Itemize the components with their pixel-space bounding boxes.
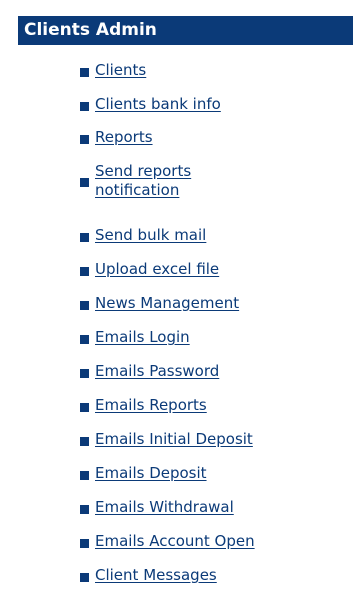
reports-link[interactable]: Reports [95, 129, 153, 146]
menu-item-reports: Reports [80, 129, 153, 146]
panel-title: Clients Admin [18, 16, 353, 45]
emails-withdrawal-link[interactable]: Emails Withdrawal [95, 499, 234, 516]
square-bullet-icon [80, 505, 89, 514]
menu-item-emails-initial-deposit: Emails Initial Deposit [80, 431, 253, 448]
square-bullet-icon [80, 539, 89, 548]
send-bulk-mail-link[interactable]: Send bulk mail [95, 227, 206, 244]
square-bullet-icon [80, 369, 89, 378]
menu-item-send-bulk-mail: Send bulk mail [80, 227, 206, 244]
emails-account-open-link[interactable]: Emails Account Open [95, 533, 255, 550]
emails-login-link[interactable]: Emails Login [95, 329, 190, 346]
menu-item-send-reports-notification: Send reports notification [80, 162, 245, 200]
clients-admin-panel: Clients Admin Clients Clients bank info … [0, 0, 353, 614]
emails-reports-link[interactable]: Emails Reports [95, 397, 207, 414]
emails-deposit-link[interactable]: Emails Deposit [95, 465, 207, 482]
square-bullet-icon [80, 335, 89, 344]
menu-item-emails-account-open: Emails Account Open [80, 533, 255, 550]
square-bullet-icon [80, 102, 89, 111]
square-bullet-icon [80, 267, 89, 276]
menu-item-emails-login: Emails Login [80, 329, 190, 346]
emails-initial-deposit-link[interactable]: Emails Initial Deposit [95, 431, 253, 448]
menu-item-emails-withdrawal: Emails Withdrawal [80, 499, 234, 516]
square-bullet-icon [80, 471, 89, 480]
menu-item-clients-bank-info: Clients bank info [80, 96, 221, 113]
square-bullet-icon [80, 178, 89, 187]
menu-item-clients: Clients [80, 62, 146, 79]
square-bullet-icon [80, 233, 89, 242]
clients-link[interactable]: Clients [95, 62, 146, 79]
menu-item-emails-reports: Emails Reports [80, 397, 207, 414]
square-bullet-icon [80, 403, 89, 412]
square-bullet-icon [80, 68, 89, 77]
news-management-link[interactable]: News Management [95, 295, 239, 312]
square-bullet-icon [80, 135, 89, 144]
menu-item-upload-excel-file: Upload excel file [80, 261, 219, 278]
upload-excel-file-link[interactable]: Upload excel file [95, 261, 219, 278]
clients-bank-info-link[interactable]: Clients bank info [95, 96, 221, 113]
emails-password-link[interactable]: Emails Password [95, 363, 219, 380]
menu-item-news-management: News Management [80, 295, 239, 312]
client-messages-link[interactable]: Client Messages [95, 567, 217, 584]
send-reports-notification-link[interactable]: Send reports notification [95, 162, 245, 200]
menu-item-client-messages: Client Messages [80, 567, 217, 584]
menu-item-emails-deposit: Emails Deposit [80, 465, 207, 482]
square-bullet-icon [80, 573, 89, 582]
menu-item-emails-password: Emails Password [80, 363, 219, 380]
square-bullet-icon [80, 437, 89, 446]
square-bullet-icon [80, 301, 89, 310]
